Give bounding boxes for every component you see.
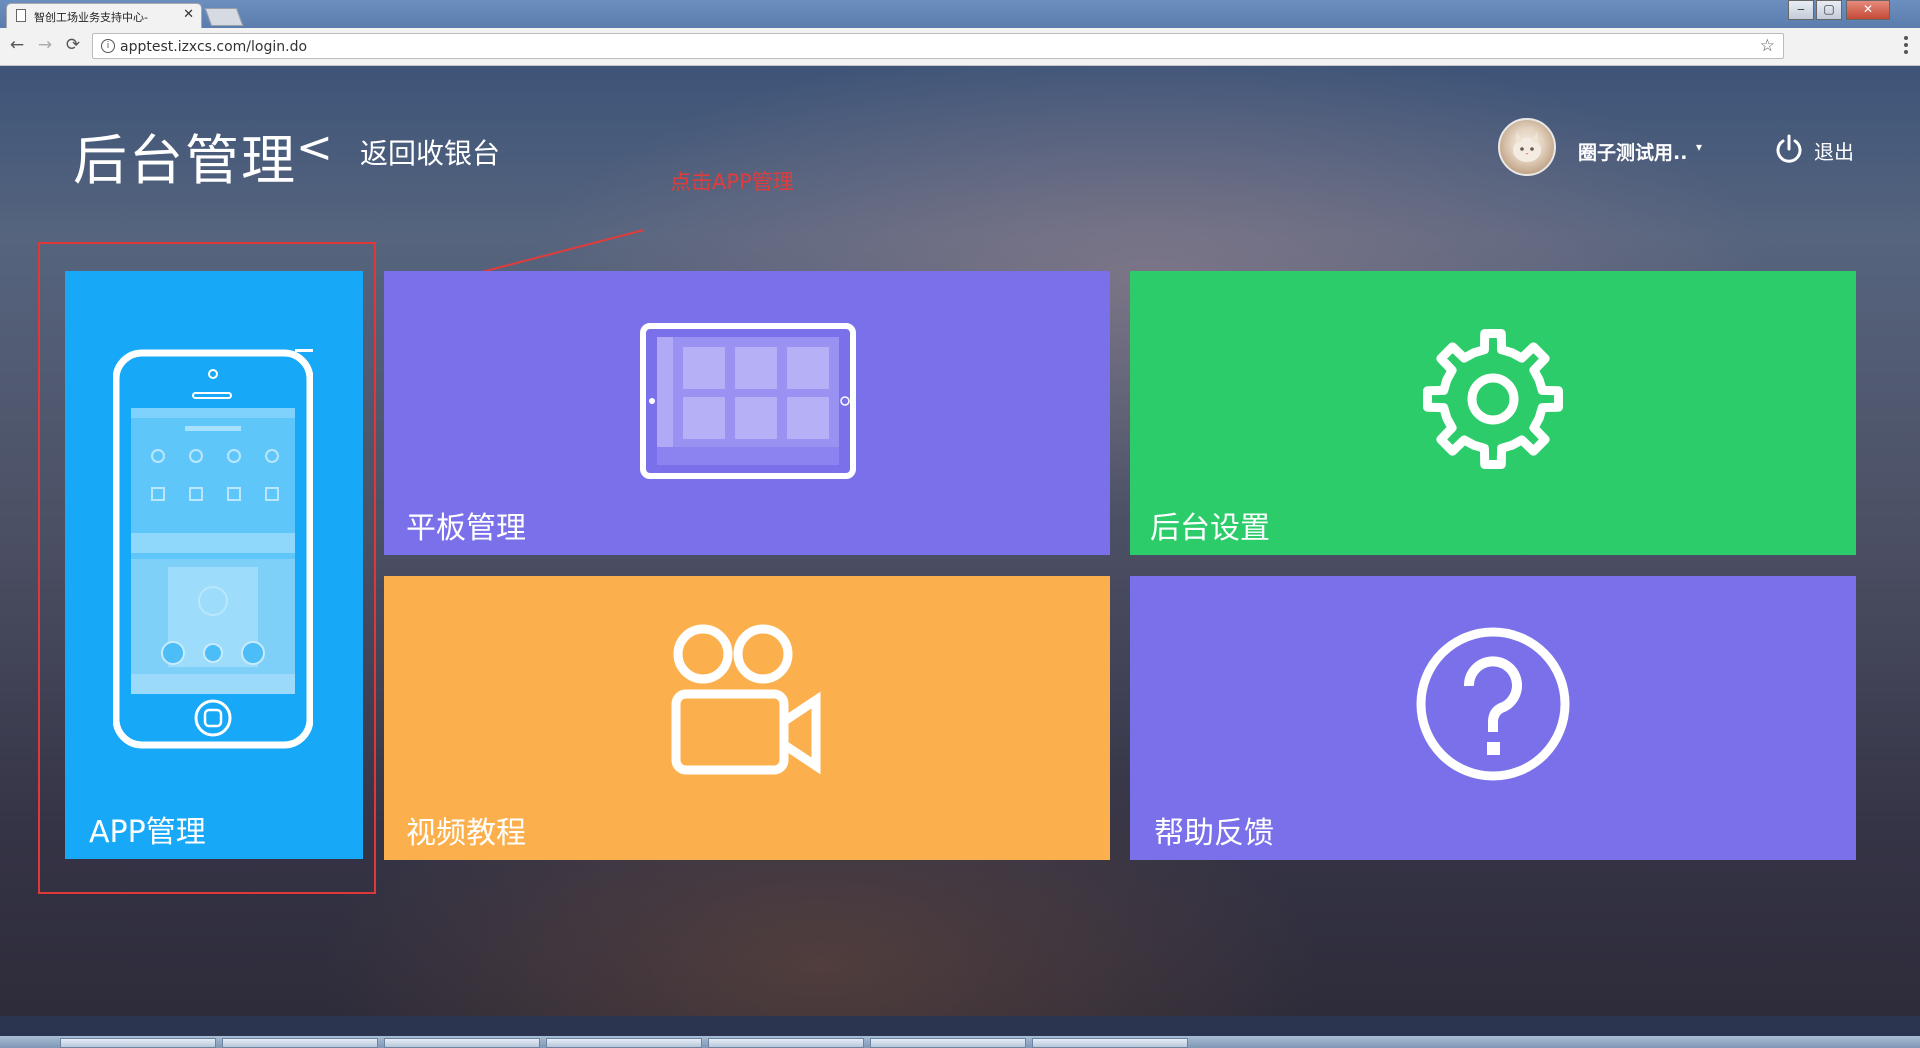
tab-close-button[interactable]: ✕ <box>183 7 194 22</box>
tile-backend-settings[interactable]: 后台设置 <box>1130 271 1856 555</box>
new-tab-button[interactable] <box>204 8 244 26</box>
taskbar-item[interactable] <box>222 1038 378 1048</box>
window-close-button[interactable]: ✕ <box>1846 0 1890 20</box>
gear-icon <box>1423 329 1563 469</box>
taskbar-item[interactable] <box>1032 1038 1188 1048</box>
maximize-button[interactable]: ▢ <box>1816 0 1842 20</box>
taskbar-item[interactable] <box>384 1038 540 1048</box>
url-text[interactable]: apptest.izxcs.com/login.do <box>120 39 307 55</box>
forward-button[interactable]: → <box>34 35 56 55</box>
taskbar-item[interactable] <box>60 1038 216 1048</box>
back-chevron-icon[interactable]: < <box>296 122 333 173</box>
cat-avatar-image <box>1513 132 1541 162</box>
browser-toolbar: ← → ⟳ i apptest.izxcs.com/login.do ☆ <box>0 28 1920 66</box>
video-camera-icon <box>671 624 821 775</box>
tile-tablet-management[interactable]: 平板管理 <box>384 271 1110 555</box>
browser-tab[interactable]: 智创工场业务支持中心- ✕ <box>6 3 202 28</box>
tab-title: 智创工场业务支持中心- <box>34 11 148 24</box>
power-icon[interactable] <box>1774 134 1804 166</box>
bookmark-star-icon[interactable]: ☆ <box>1760 36 1775 56</box>
question-circle-icon <box>1416 627 1570 781</box>
minimize-button[interactable]: ‒ <box>1788 0 1814 20</box>
taskbar-item[interactable] <box>870 1038 1026 1048</box>
username[interactable]: 圈子测试用.. <box>1578 138 1687 165</box>
logout-link[interactable]: 退出 <box>1814 136 1854 165</box>
avatar[interactable] <box>1498 118 1556 176</box>
taskbar-item[interactable] <box>546 1038 702 1048</box>
tile-label: APP管理 <box>89 815 206 850</box>
annotation-text: 点击APP管理 <box>670 170 794 194</box>
tile-label: 平板管理 <box>406 511 526 546</box>
address-bar[interactable]: i apptest.izxcs.com/login.do ☆ <box>92 33 1784 59</box>
back-button[interactable]: ← <box>6 35 28 55</box>
reload-button[interactable]: ⟳ <box>62 35 84 55</box>
tile-label: 视频教程 <box>406 816 526 851</box>
tile-app-management[interactable]: APP管理 <box>65 271 363 859</box>
tile-label: 帮助反馈 <box>1154 816 1274 851</box>
browser-menu-icon[interactable] <box>1904 36 1908 57</box>
back-to-cashier-link[interactable]: 返回收银台 <box>360 132 500 172</box>
os-taskbar <box>0 1036 1920 1048</box>
taskbar-item[interactable] <box>708 1038 864 1048</box>
tile-label: 后台设置 <box>1150 511 1270 546</box>
tile-video-tutorials[interactable]: 视频教程 <box>384 576 1110 860</box>
page-title: 后台管理 <box>73 129 297 192</box>
page-body: 后台管理 < 返回收银台 圈子测试用.. ▾ 退出 点击APP管理 APP管理 … <box>0 66 1920 1016</box>
tile-help-feedback[interactable]: 帮助反馈 <box>1130 576 1856 860</box>
info-icon[interactable]: i <box>101 39 115 53</box>
document-icon <box>16 9 26 22</box>
tablet-icon <box>640 323 856 479</box>
browser-tab-strip: 智创工场业务支持中心- ✕ ‒ ▢ ✕ <box>0 0 1920 28</box>
phone-icon <box>113 349 313 749</box>
chevron-down-icon[interactable]: ▾ <box>1696 140 1702 154</box>
